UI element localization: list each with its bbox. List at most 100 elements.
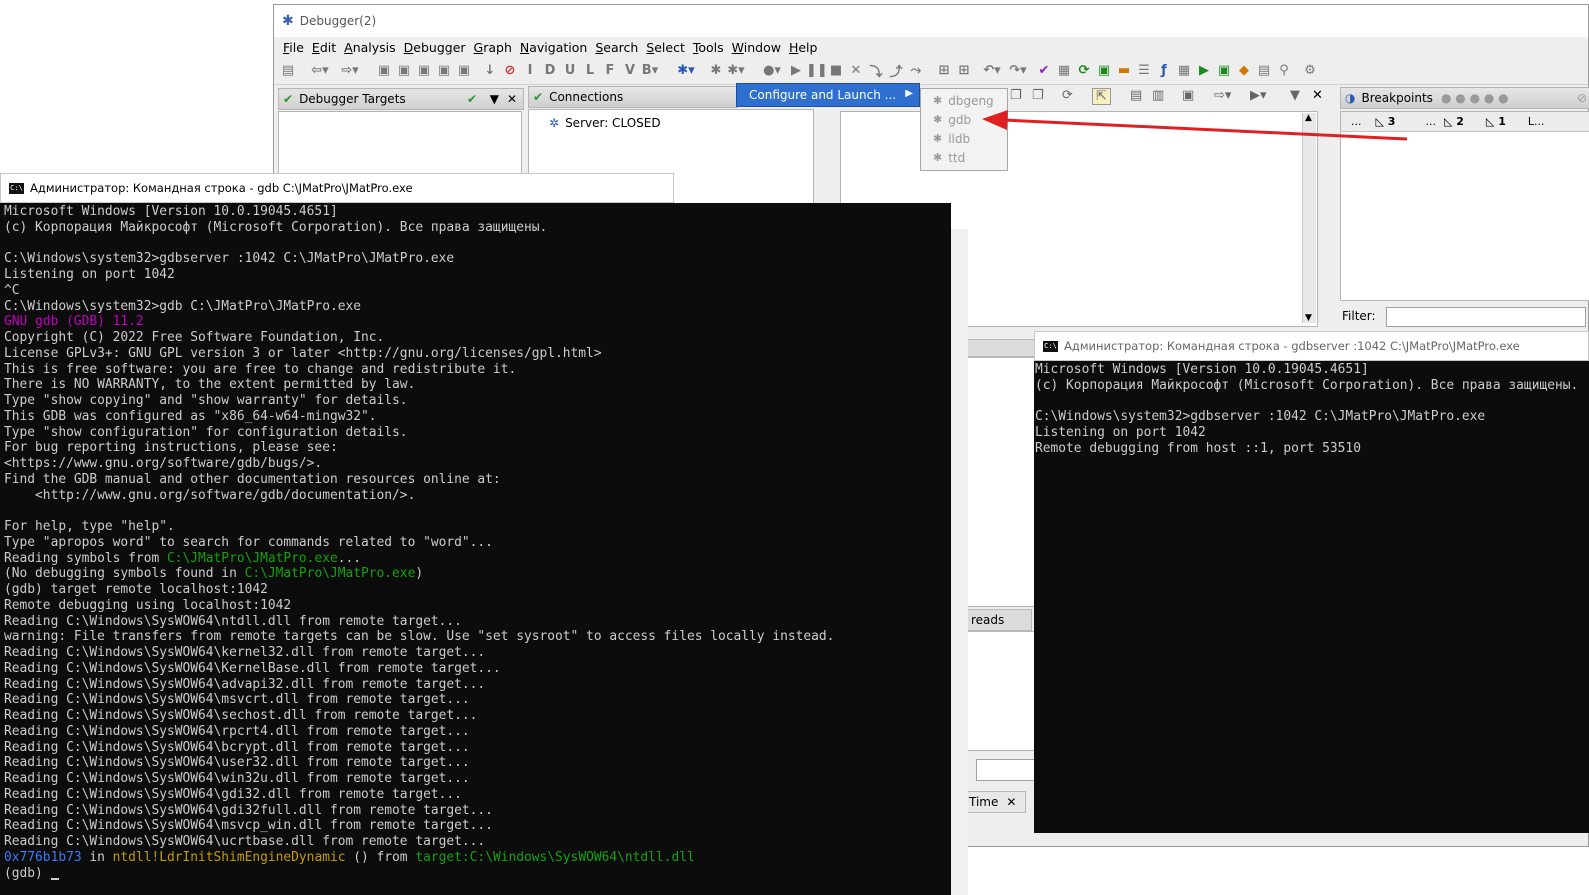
- connect-icon[interactable]: ✱: [706, 63, 726, 78]
- console1-scrollbar[interactable]: [951, 229, 968, 895]
- menu-tools[interactable]: Tools: [689, 40, 728, 55]
- bp-col-1[interactable]: ◺ 1: [1486, 115, 1506, 128]
- nav-icon[interactable]: ▣: [374, 63, 394, 78]
- menu-navigation[interactable]: Navigation: [516, 40, 591, 55]
- tree-icon[interactable]: ⚲: [1274, 63, 1294, 78]
- table-icon[interactable]: ▤: [1254, 63, 1274, 78]
- settings-icon[interactable]: ⚙: [1300, 63, 1320, 78]
- nav-icon[interactable]: ▣: [454, 63, 474, 78]
- disconnect-icon[interactable]: ✕: [846, 63, 866, 78]
- chevron-down-icon[interactable]: ▼: [490, 92, 499, 106]
- trace-icon[interactable]: ⊞: [934, 63, 954, 78]
- b-icon[interactable]: B▾: [640, 63, 660, 78]
- scroll-down-icon[interactable]: ▼: [1305, 313, 1312, 323]
- resume-icon[interactable]: ▶: [786, 63, 806, 78]
- refresh-icon[interactable]: ⟳: [1074, 63, 1094, 78]
- grid-icon[interactable]: ▦: [1174, 63, 1194, 78]
- check-icon[interactable]: ✔: [1034, 63, 1054, 78]
- bp-col-3[interactable]: ◺ 3: [1376, 115, 1396, 128]
- cursor-select-icon[interactable]: ⇱: [1092, 88, 1111, 105]
- f-icon[interactable]: F: [600, 63, 620, 78]
- submenu-item-ttd[interactable]: ✱ ttd: [921, 148, 1007, 167]
- diamond-icon[interactable]: ◆: [1234, 63, 1254, 78]
- record-icon[interactable]: ●▾: [762, 63, 782, 78]
- divider-icon[interactable]: ▥: [1152, 88, 1164, 103]
- save-icon[interactable]: ▤: [278, 63, 298, 78]
- menu-analysis[interactable]: Analysis: [340, 40, 400, 55]
- pause-icon[interactable]: ❚❚: [806, 63, 828, 78]
- bp-col-l[interactable]: L...: [1528, 115, 1545, 128]
- menu-edit[interactable]: Edit: [308, 40, 340, 55]
- menu-window[interactable]: Window: [728, 40, 785, 55]
- nav-icon[interactable]: ▣: [434, 63, 454, 78]
- function-icon[interactable]: ƒ: [1154, 63, 1174, 78]
- bug-icon[interactable]: ✱▾: [726, 63, 746, 78]
- time-tab[interactable]: Time ✕: [964, 791, 1026, 813]
- run-icon[interactable]: ▶: [1194, 63, 1214, 78]
- menu-help[interactable]: Help: [785, 40, 822, 55]
- console-icon[interactable]: ▣: [1214, 63, 1234, 78]
- server-status[interactable]: ✲ Server: CLOSED: [549, 116, 661, 130]
- l-icon[interactable]: L: [580, 63, 600, 78]
- forward-icon[interactable]: ⇨▾: [340, 63, 360, 78]
- lower-input[interactable]: [976, 759, 1036, 781]
- menu-file[interactable]: File: [279, 40, 308, 55]
- step-icon[interactable]: ⤵: [866, 61, 886, 80]
- v-icon[interactable]: V: [620, 63, 640, 78]
- scroll-up-icon[interactable]: ▲: [1305, 113, 1312, 123]
- bp-remove-icon[interactable]: ⊘: [1577, 91, 1587, 105]
- bp-col-more[interactable]: ...: [1351, 115, 1362, 128]
- console1-output[interactable]: Microsoft Windows [Version 10.0.19045.46…: [0, 203, 951, 895]
- undo-icon[interactable]: ↶▾: [982, 63, 1002, 78]
- connect-icon[interactable]: ✔: [467, 92, 477, 106]
- goto-icon[interactable]: ⇨▾: [1214, 88, 1231, 103]
- configure-launch-menu-item[interactable]: Configure and Launch ... ▶: [736, 83, 920, 107]
- bp-enable-icon[interactable]: ● ● ● ● ●: [1441, 91, 1509, 105]
- listing-scrollbar[interactable]: ▲ ▼: [1302, 113, 1316, 323]
- console-line: Reading C:\Windows\SysWOW64\advapi32.dll…: [4, 677, 951, 693]
- back-icon[interactable]: ⇦▾: [310, 63, 330, 78]
- paste-icon[interactable]: ❐: [1032, 88, 1044, 103]
- sync-icon[interactable]: ⟳: [1062, 88, 1073, 103]
- redo-icon[interactable]: ↷▾: [1008, 63, 1028, 78]
- folder-icon[interactable]: ▬: [1114, 63, 1134, 78]
- i-icon[interactable]: I: [520, 63, 540, 78]
- step-icon[interactable]: ⤴: [886, 61, 906, 80]
- bp-col-more[interactable]: ...: [1425, 115, 1436, 128]
- close-icon[interactable]: ✕: [507, 92, 517, 106]
- bytes-icon[interactable]: ▦: [1054, 63, 1074, 78]
- terminate-icon[interactable]: ■: [826, 63, 846, 78]
- menu-search[interactable]: Search: [591, 40, 642, 55]
- console1-titlebar: C:\ Администратор: Командная строка - gd…: [0, 173, 674, 203]
- layout-icon[interactable]: ▤: [1130, 88, 1142, 103]
- submenu-item-lldb[interactable]: ✱ lldb: [921, 129, 1007, 148]
- gear-icon: ✲: [549, 116, 560, 130]
- chevron-down-icon[interactable]: ▼: [1290, 88, 1300, 103]
- copy-icon[interactable]: ❐: [1010, 88, 1022, 103]
- u-icon[interactable]: U: [560, 63, 580, 78]
- down-arrow-icon[interactable]: ↓: [480, 63, 500, 78]
- bp-col-2[interactable]: ◺ 2: [1444, 115, 1464, 128]
- filter-input[interactable]: [1386, 307, 1586, 327]
- d-icon[interactable]: D: [540, 63, 560, 78]
- submenu-item-gdb[interactable]: ✱ gdb: [921, 110, 1007, 129]
- track-icon[interactable]: ▶▾: [1250, 88, 1267, 103]
- trace-icon[interactable]: ⊞: [954, 63, 974, 78]
- console-text: 0x776b1b73: [4, 849, 82, 865]
- submenu-item-dbgeng[interactable]: ✱ dbgeng: [921, 91, 1007, 110]
- list-icon[interactable]: ☰: [1134, 63, 1154, 78]
- step-icon[interactable]: ⤳: [906, 63, 926, 78]
- menu-graph[interactable]: Graph: [470, 40, 516, 55]
- launch-bug-icon[interactable]: ✱▾: [676, 63, 696, 78]
- stop-icon[interactable]: ⊘: [500, 63, 520, 78]
- nav-icon[interactable]: ▣: [414, 63, 434, 78]
- snapshot-icon[interactable]: ▣: [1182, 88, 1194, 103]
- close-icon[interactable]: ✕: [1006, 795, 1016, 809]
- menu-select[interactable]: Select: [642, 40, 689, 55]
- data-icon[interactable]: ▣: [1094, 63, 1114, 78]
- console-line: Reading symbols from C:\JMatPro\JMatPro.…: [4, 551, 951, 567]
- menu-debugger[interactable]: Debugger: [400, 40, 470, 55]
- console2-output[interactable]: Microsoft Windows [Version 10.0.19045.46…: [1034, 361, 1589, 833]
- nav-icon[interactable]: ▣: [394, 63, 414, 78]
- close-icon[interactable]: ✕: [1312, 88, 1323, 103]
